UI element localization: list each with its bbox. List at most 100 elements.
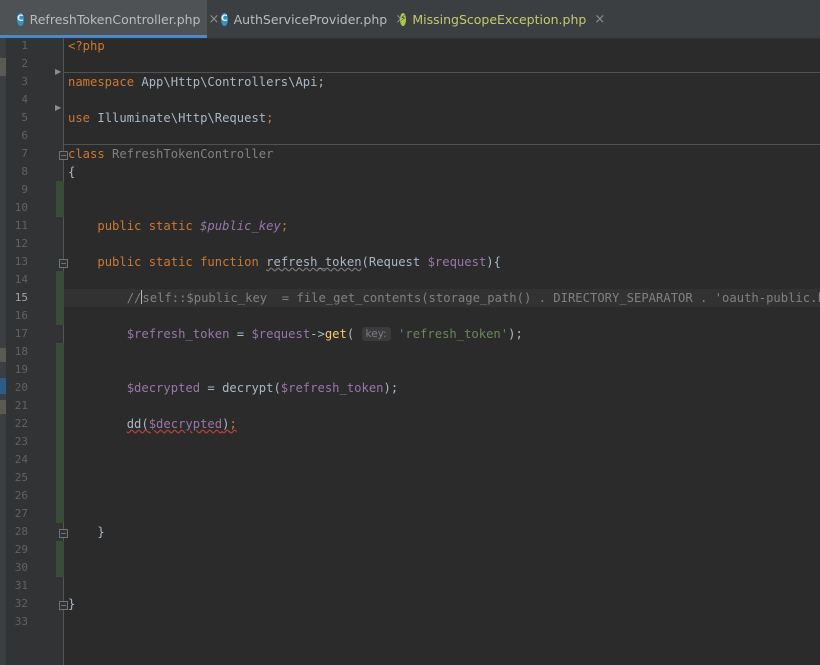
code-line-28[interactable]: }	[68, 523, 105, 541]
variable: $refresh_token	[126, 327, 230, 341]
php-open-tag: <?php	[68, 39, 105, 53]
semicolon: ;	[280, 219, 289, 233]
line-comment: self::$public_key = file_get_contents(st…	[142, 291, 820, 305]
line-number: 8	[21, 165, 28, 178]
tab-missing-scope-exception[interactable]: ⚡ MissingScopeException.php ×	[390, 0, 605, 38]
fold-collapse-icon[interactable]: −	[59, 259, 68, 268]
line-number: 17	[14, 327, 28, 340]
parameter: $request	[427, 255, 487, 269]
line-number: 7	[21, 147, 28, 160]
code-line-13[interactable]: public static function refresh_token(Req…	[68, 253, 501, 271]
tab-label: RefreshTokenController.php	[29, 11, 201, 27]
class-name: RefreshTokenController	[104, 147, 274, 161]
static-property: $public_key	[200, 219, 281, 233]
code-line-7[interactable]: class RefreshTokenController	[68, 145, 273, 163]
argument: $refresh_token	[280, 381, 384, 395]
tab-refresh-token-controller[interactable]: C RefreshTokenController.php ×	[0, 0, 219, 38]
paren: (	[346, 327, 362, 341]
line-number: 31	[14, 579, 28, 592]
vcs-change-marker	[56, 541, 64, 577]
function-call: dd($decrypted)	[127, 417, 230, 431]
variable: $decrypted	[126, 381, 201, 395]
keyword: class	[68, 147, 105, 161]
semicolon: ;	[266, 111, 274, 125]
tab-label: MissingScopeException.php	[412, 11, 587, 27]
line-number: 20	[14, 381, 28, 394]
line-number: 18	[14, 345, 28, 358]
keyword: use	[68, 111, 91, 125]
line-number-current: 15	[14, 291, 28, 304]
line-number: 14	[14, 273, 28, 286]
statement-end: );	[383, 381, 399, 395]
line-number: 23	[14, 435, 28, 448]
param-close: ){	[486, 255, 501, 269]
code-line-5[interactable]: use Illuminate\Http\Request;	[68, 109, 273, 127]
brace: {	[68, 165, 76, 179]
line-number: 10	[14, 201, 28, 214]
line-number: 25	[14, 471, 28, 484]
code-line-20[interactable]: $decrypted = decrypt($refresh_token);	[68, 379, 399, 397]
param-open: (Request	[361, 255, 428, 269]
method-name: refresh_token	[266, 255, 362, 269]
line-number: 21	[14, 399, 28, 412]
keyword: public static function	[97, 255, 259, 269]
string-literal: 'refresh_token'	[398, 327, 509, 341]
argument: $decrypted	[148, 417, 223, 431]
close-icon[interactable]: ×	[594, 12, 605, 27]
line-number: 22	[14, 417, 28, 430]
dd-call: dd(	[126, 417, 149, 431]
line-number: 26	[14, 489, 28, 502]
line-number: 24	[14, 453, 28, 466]
namespace-path: App\Http\Controllers\Api;	[134, 75, 325, 89]
line-number: 32	[14, 597, 28, 610]
line-number: 16	[14, 309, 28, 322]
line-number: 13	[14, 255, 28, 268]
line-number: 12	[14, 237, 28, 250]
code-line-1[interactable]: <?php	[68, 37, 105, 55]
line-number: 2	[21, 57, 28, 70]
line-number: 29	[14, 543, 28, 556]
code-line-11[interactable]: public static $public_key;	[68, 217, 288, 235]
keyword: namespace	[68, 75, 135, 89]
code-line-8[interactable]: {	[68, 163, 75, 181]
comment-slashes: //	[126, 291, 142, 305]
line-number: 33	[14, 615, 28, 628]
tab-auth-service-provider[interactable]: C AuthServiceProvider.php ×	[207, 0, 406, 38]
fold-end-icon[interactable]: −	[59, 601, 68, 610]
code-line-15[interactable]: //self::$public_key = file_get_contents(…	[68, 289, 820, 307]
code-line-32[interactable]: }	[68, 595, 75, 613]
parameter-hint: key:	[361, 327, 391, 341]
line-number: 9	[21, 183, 28, 196]
fold-end-icon[interactable]: −	[59, 529, 68, 538]
code-line-17[interactable]: $refresh_token = $request->get( key: 're…	[68, 325, 523, 343]
keyword: public static	[97, 219, 193, 233]
line-number: 27	[14, 507, 28, 520]
line-number: 11	[14, 219, 28, 232]
fold-collapse-icon[interactable]: −	[59, 151, 68, 160]
exception-icon: ⚡	[400, 12, 407, 26]
brace: }	[68, 597, 76, 611]
code-line-3[interactable]: namespace App\Http\Controllers\Api;	[68, 73, 325, 91]
line-number: 4	[21, 93, 28, 106]
method-call: get	[324, 327, 347, 341]
tab-label: AuthServiceProvider.php	[233, 11, 388, 27]
fold-arrow-icon[interactable]: ▶	[55, 103, 61, 112]
variable: $request	[251, 327, 311, 341]
arrow-operator: ->	[310, 327, 325, 341]
import-path: Illuminate\Http\Request	[90, 111, 267, 125]
code-line-22[interactable]: dd($decrypted);	[68, 415, 237, 433]
class-icon: C	[17, 12, 24, 26]
brace: }	[68, 525, 105, 539]
line-number: 5	[21, 111, 28, 124]
operator: =	[229, 327, 252, 341]
class-icon: C	[221, 12, 228, 26]
editor-tab-bar: C RefreshTokenController.php × C AuthSer…	[0, 0, 820, 39]
fold-arrow-icon[interactable]: ▶	[55, 67, 61, 76]
line-number: 3	[21, 75, 28, 88]
